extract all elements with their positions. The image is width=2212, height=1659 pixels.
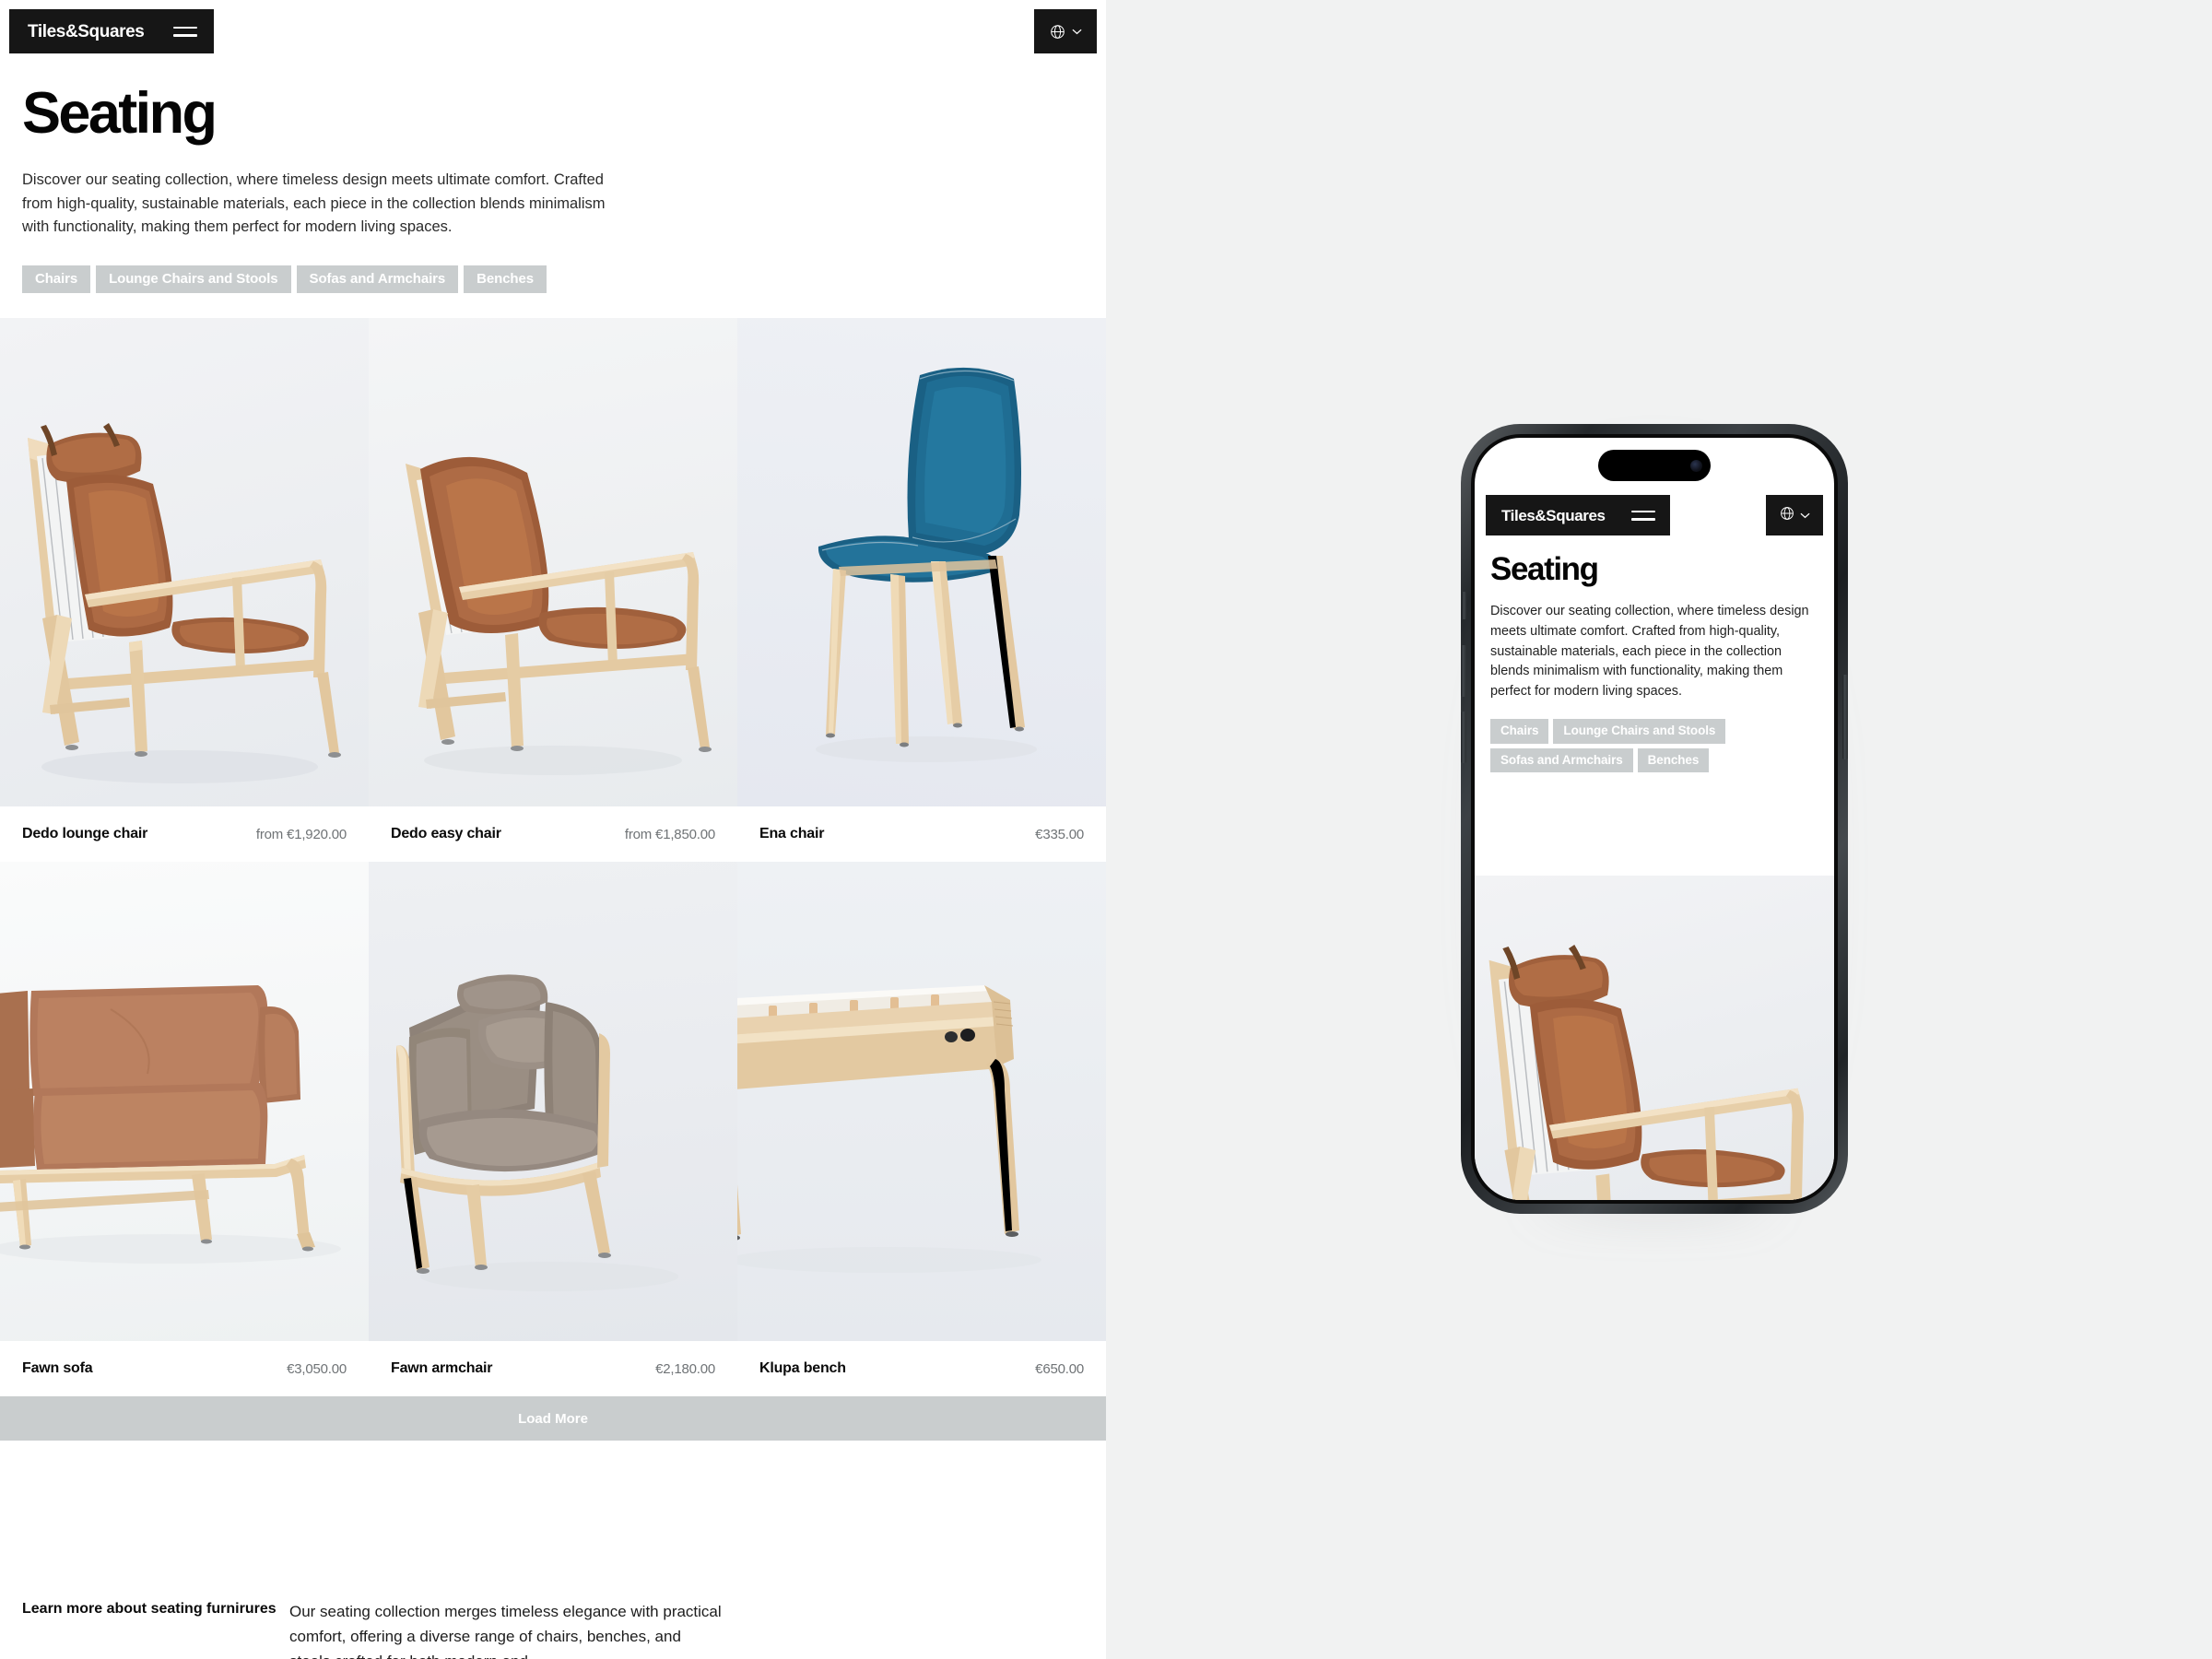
product-name: Ena chair [759, 826, 825, 841]
product-name: Dedo lounge chair [22, 826, 148, 841]
phone-language-selector[interactable] [1766, 495, 1823, 535]
editorial-heading: Learn more about seating furnirures [22, 1601, 276, 1617]
product-card-dedo-easy-chair[interactable]: Dedo easy chair from €1,850.00 [369, 318, 737, 862]
phone-category-pill-sofas-and-armchairs[interactable]: Sofas and Armchairs [1490, 747, 1633, 773]
category-pill-benches[interactable]: Benches [464, 265, 547, 293]
phone-volume-up-button[interactable] [1461, 645, 1466, 697]
product-card-ena-chair[interactable]: Ena chair €335.00 [737, 318, 1106, 862]
hero-description: Discover our seating collection, where t… [22, 171, 606, 236]
phone-page-title: Seating [1490, 551, 1599, 587]
phone-category-pill-benches[interactable]: Benches [1637, 747, 1710, 773]
product-price: from €1,850.00 [624, 826, 715, 842]
chevron-down-icon [1071, 28, 1082, 35]
phone-category-pill-lounge-chairs-and-stools[interactable]: Lounge Chairs and Stools [1553, 719, 1726, 744]
product-card-fawn-armchair[interactable]: Fawn armchair €2,180.00 [369, 862, 737, 1396]
product-meta: Klupa bench €650.00 [737, 1341, 1106, 1396]
phone-site-logo: Tiles&Squares [1501, 506, 1606, 524]
phone-power-button[interactable] [1842, 675, 1848, 759]
site-logo: Tiles&Squares [28, 21, 145, 41]
product-grid-row: Dedo lounge chair from €1,920.00 Dedo ea… [0, 318, 1106, 862]
product-name: Fawn sofa [22, 1360, 93, 1376]
page-title: Seating [22, 81, 218, 146]
product-image-fawn-sofa[interactable] [0, 862, 369, 1341]
product-image-ena-chair[interactable] [737, 318, 1106, 806]
product-price: €2,180.00 [655, 1360, 715, 1377]
editorial-body: Our seating collection merges timeless e… [289, 1603, 722, 1659]
load-more-button[interactable]: Load More [0, 1396, 1106, 1441]
phone-globe-icon [1780, 506, 1794, 525]
phone-frame: Tiles&Squares Seating Discover our seati… [1461, 424, 1848, 1214]
product-price: €3,050.00 [287, 1360, 347, 1377]
category-pill-lounge-chairs-and-stools[interactable]: Lounge Chairs and Stools [96, 265, 291, 293]
product-meta: Dedo lounge chair from €1,920.00 [0, 806, 369, 862]
language-selector[interactable] [1034, 9, 1097, 53]
phone-chevron-down-icon [1799, 507, 1810, 524]
dynamic-island [1598, 450, 1711, 481]
logo-menu-block[interactable]: Tiles&Squares [9, 9, 214, 53]
phone-volume-down-button[interactable] [1461, 712, 1466, 763]
product-name: Fawn armchair [391, 1360, 493, 1376]
product-image-dedo-easy-chair[interactable] [369, 318, 737, 806]
product-grid: Dedo lounge chair from €1,920.00 Dedo ea… [0, 318, 1106, 1441]
phone-category-pill-chairs[interactable]: Chairs [1490, 719, 1549, 744]
hamburger-icon[interactable] [173, 26, 197, 37]
phone-product-image-dedo-lounge-chair[interactable] [1475, 876, 1834, 1200]
site-header: Tiles&Squares [0, 0, 1106, 65]
product-grid-row: Fawn sofa €3,050.00 Fawn armchair €2,180… [0, 862, 1106, 1396]
phone-bezel: Tiles&Squares Seating Discover our seati… [1471, 434, 1838, 1204]
hero-section: Seating Discover our seating collection,… [0, 65, 1106, 318]
product-price: from €1,920.00 [255, 826, 347, 842]
product-name: Klupa bench [759, 1360, 846, 1376]
product-price: €650.00 [1035, 1360, 1084, 1377]
phone-site-header: Tiles&Squares [1475, 495, 1834, 539]
phone-hero-section: Seating Discover our seating collection,… [1475, 551, 1834, 773]
product-image-klupa-bench[interactable] [737, 862, 1106, 1341]
product-meta: Fawn sofa €3,050.00 [0, 1341, 369, 1396]
phone-screen: Tiles&Squares Seating Discover our seati… [1475, 438, 1834, 1200]
product-meta: Fawn armchair €2,180.00 [369, 1341, 737, 1396]
product-card-fawn-sofa[interactable]: Fawn sofa €3,050.00 [0, 862, 369, 1396]
product-card-dedo-lounge-chair[interactable]: Dedo lounge chair from €1,920.00 [0, 318, 369, 862]
phone-mockup: Tiles&Squares Seating Discover our seati… [1456, 410, 1853, 1240]
category-pill-chairs[interactable]: Chairs [22, 265, 91, 293]
phone-hero-description: Discover our seating collection, where t… [1490, 603, 1809, 700]
product-card-klupa-bench[interactable]: Klupa bench €650.00 [737, 862, 1106, 1396]
product-meta: Dedo easy chair from €1,850.00 [369, 806, 737, 862]
desktop-viewport: Tiles&Squares Seating Discover our seati… [0, 0, 1106, 1659]
front-camera-icon [1690, 459, 1702, 472]
editorial-section: Learn more about seating furnirures Our … [0, 1599, 1106, 1659]
product-meta: Ena chair €335.00 [737, 806, 1106, 862]
category-filter-list: Chairs Lounge Chairs and Stools Sofas an… [22, 265, 1084, 293]
globe-icon [1050, 24, 1065, 40]
phone-logo-menu-block[interactable]: Tiles&Squares [1486, 495, 1670, 535]
product-name: Dedo easy chair [391, 826, 501, 841]
phone-silent-switch[interactable] [1462, 592, 1466, 619]
product-image-dedo-lounge-chair[interactable] [0, 318, 369, 806]
phone-category-filter-list: Chairs Lounge Chairs and Stools Sofas an… [1490, 719, 1818, 773]
phone-hamburger-icon[interactable] [1631, 510, 1655, 521]
product-price: €335.00 [1035, 826, 1084, 842]
category-pill-sofas-and-armchairs[interactable]: Sofas and Armchairs [296, 265, 459, 293]
product-image-fawn-armchair[interactable] [369, 862, 737, 1341]
